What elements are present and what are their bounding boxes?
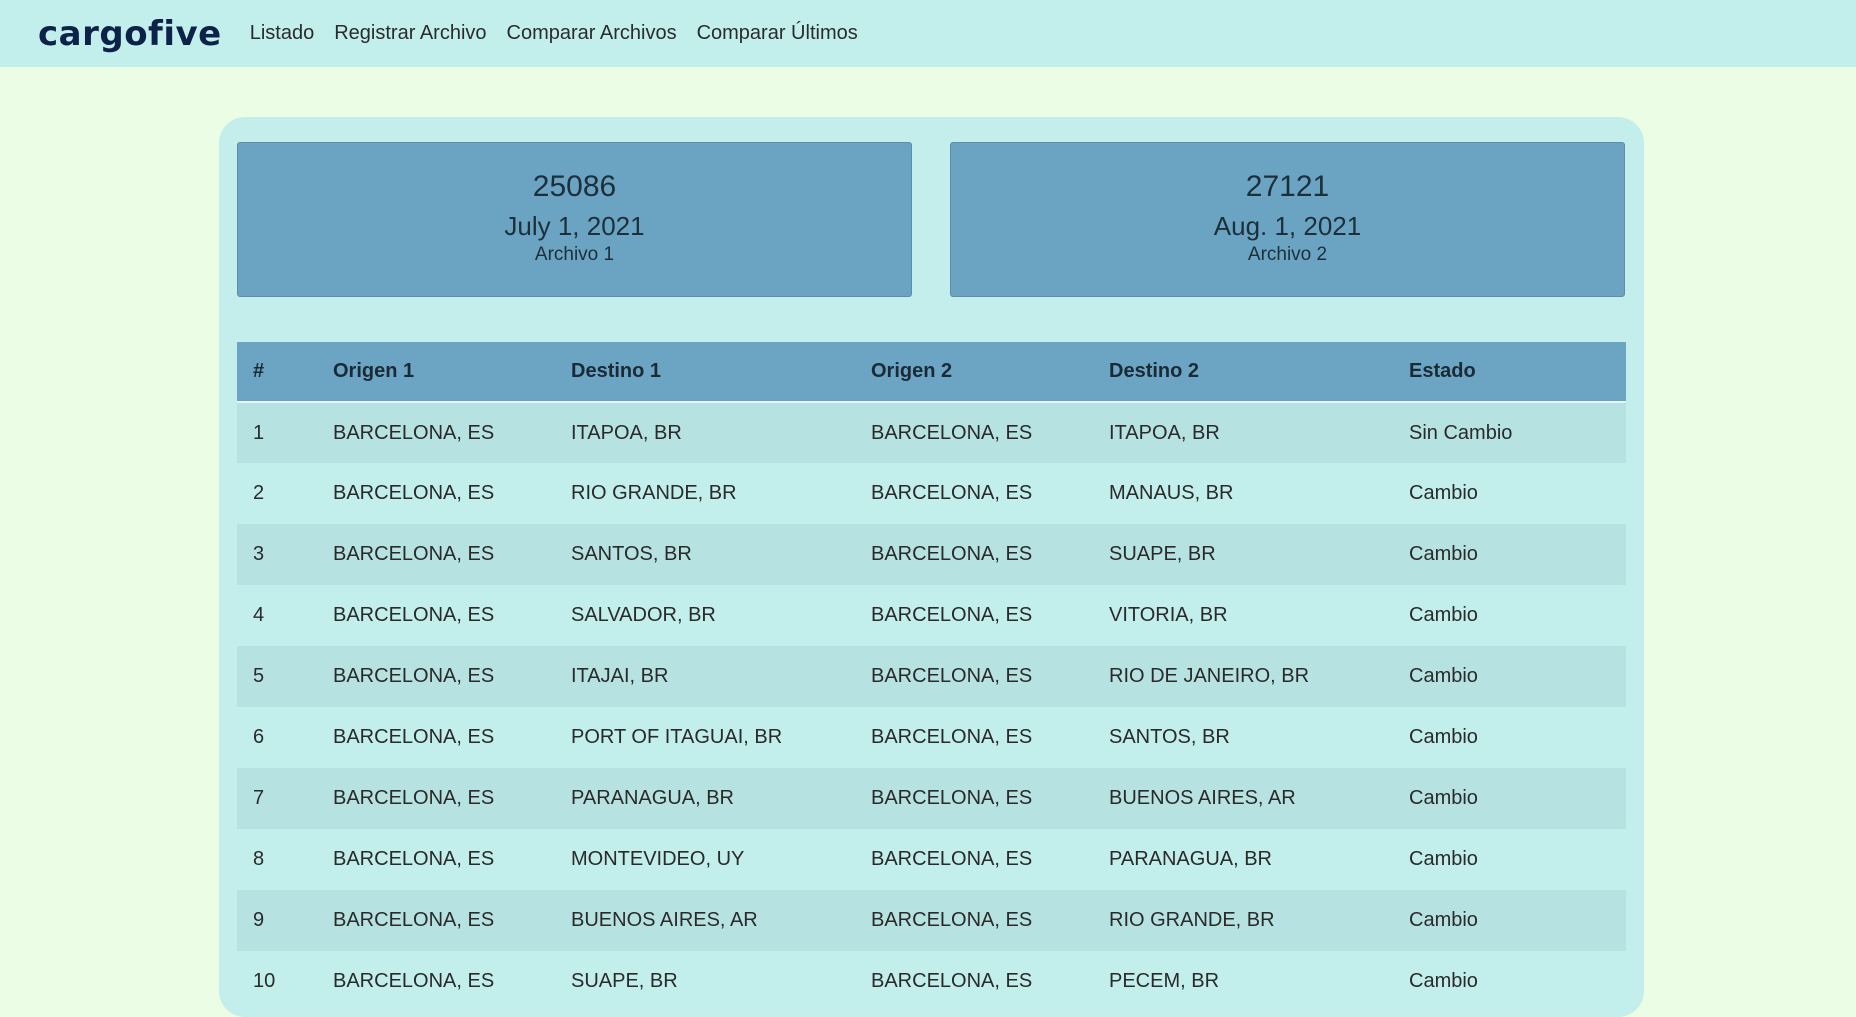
file-label: Archivo 1 [534, 244, 615, 265]
cell-destino-2: SUAPE, BR [1109, 543, 1216, 565]
cell-destino-2: BUENOS AIRES, AR [1109, 787, 1296, 809]
cell-row-index: 10 [253, 970, 276, 992]
table-row: 7 BARCELONA, ES PARANAGUA, BR BARCELONA, ES… [237, 768, 1626, 829]
cell-estado: Sin Cambio [1409, 421, 1513, 444]
cell-origen-1: BARCELONA, ES [333, 665, 495, 687]
cell-origen-1: BARCELONA, ES [333, 848, 495, 870]
cell-destino-2: VITORIA, BR [1109, 604, 1228, 626]
cell-estado: Cambio [1409, 787, 1478, 809]
cell-destino-1: SUAPE, BR [571, 970, 678, 992]
cell-origen-1: BARCELONA, ES [333, 909, 495, 931]
cell-origen-1: BARCELONA, ES [333, 787, 495, 809]
cell-destino-1: PORT OF ITAGUAI, BR [571, 726, 783, 748]
cell-destino-1: MONTEVIDEO, UY [571, 848, 745, 870]
cell-destino-1: ITAJAI, BR [571, 665, 669, 687]
cell-destino-2: PECEM, BR [1109, 970, 1220, 992]
table-row: 3 BARCELONA, ES SANTOS, BR BARCELONA, ES SUA… [237, 524, 1626, 585]
cell-row-index: 7 [253, 787, 265, 809]
header-origen-2: Origen 2 [871, 342, 1109, 403]
cell-estado: Cambio [1409, 604, 1478, 626]
cell-destino-1: SALVADOR, BR [571, 604, 716, 626]
cell-estado: Cambio [1409, 909, 1478, 931]
table-header-row: # Origen 1 Destino 1 Origen 2 Destino 2 … [237, 342, 1626, 403]
nav-link-comparar-ultimos[interactable]: Comparar Últimos [697, 22, 858, 45]
cell-row-index: 2 [253, 482, 265, 504]
cell-estado: Cambio [1409, 665, 1478, 687]
cell-origen-2: BARCELONA, ES [871, 726, 1033, 748]
cell-origen-2: BARCELONA, ES [871, 787, 1033, 809]
cell-row-index: 8 [253, 848, 265, 870]
comparison-panel: 25086 July 1, 2021 Archivo 1 27121 Aug. … [219, 117, 1644, 1017]
table-row: 2 BARCELONA, ES RIO GRANDE, BR BARCELONA, E… [237, 463, 1626, 524]
cell-destino-1: PARANAGUA, BR [571, 787, 734, 809]
nav-link-registrar-archivo[interactable]: Registrar Archivo [334, 22, 486, 45]
cell-estado: Cambio [1409, 970, 1478, 992]
cell-destino-1: RIO GRANDE, BR [571, 482, 737, 504]
table-body: 1 BARCELONA, ES ITAPOA, BR BARCELONA, ES ITA… [237, 402, 1626, 1012]
cell-origen-1: BARCELONA, ES [333, 970, 495, 992]
header-index: # [237, 342, 333, 403]
cell-estado: Cambio [1409, 543, 1478, 565]
cell-origen-2: BARCELONA, ES [871, 970, 1033, 992]
cell-row-index: 5 [253, 665, 265, 687]
file-date: Aug. 1, 2021 [1213, 211, 1362, 241]
nav-links: Listado Registrar Archivo Comparar Archi… [250, 22, 858, 45]
cell-destino-2: SANTOS, BR [1109, 726, 1230, 748]
nav-link-listado[interactable]: Listado [250, 22, 315, 45]
comparison-table: # Origen 1 Destino 1 Origen 2 Destino 2 … [237, 342, 1626, 1012]
cell-destino-1: BUENOS AIRES, AR [571, 909, 758, 931]
cell-destino-1: ITAPOA, BR [571, 421, 682, 444]
file-date: July 1, 2021 [504, 211, 645, 241]
table-row: 1 BARCELONA, ES ITAPOA, BR BARCELONA, ES ITA… [237, 402, 1626, 463]
cell-row-index: 9 [253, 909, 265, 931]
cell-estado: Cambio [1409, 848, 1478, 870]
header-origen-1: Origen 1 [333, 342, 571, 403]
cell-destino-2: MANAUS, BR [1109, 482, 1234, 504]
file-id: 25086 [532, 170, 617, 203]
cell-origen-2: BARCELONA, ES [871, 848, 1033, 870]
cell-row-index: 3 [253, 543, 265, 565]
table-row: 5 BARCELONA, ES ITAJAI, BR BARCELONA, ES RIO… [237, 646, 1626, 707]
brand-logo[interactable]: cargofive [38, 14, 222, 54]
cell-destino-2: ITAPOA, BR [1109, 421, 1220, 444]
cell-origen-2: BARCELONA, ES [871, 421, 1033, 444]
table-row: 4 BARCELONA, ES SALVADOR, BR BARCELONA, ES V… [237, 585, 1626, 646]
cell-origen-2: BARCELONA, ES [871, 604, 1033, 626]
cell-row-index: 6 [253, 726, 265, 748]
table-row: 8 BARCELONA, ES MONTEVIDEO, UY BARCELONA, E… [237, 829, 1626, 890]
table-row: 6 BARCELONA, ES PORT OF ITAGUAI, BR BARCELO… [237, 707, 1626, 768]
cell-origen-1: BARCELONA, ES [333, 543, 495, 565]
header-destino-1: Destino 1 [571, 342, 871, 403]
cell-destino-2: RIO GRANDE, BR [1109, 909, 1275, 931]
cell-origen-1: BARCELONA, ES [333, 604, 495, 626]
header-destino-2: Destino 2 [1109, 342, 1409, 403]
cell-destino-1: SANTOS, BR [571, 543, 692, 565]
file-card-2: 27121 Aug. 1, 2021 Archivo 2 [950, 142, 1625, 297]
table-row: 9 BARCELONA, ES BUENOS AIRES, AR BARCELONA,… [237, 890, 1626, 951]
cell-row-index: 4 [253, 604, 265, 626]
top-navbar: cargofive Listado Registrar Archivo Comp… [0, 0, 1856, 67]
nav-link-comparar-archivos[interactable]: Comparar Archivos [507, 22, 677, 45]
cell-origen-2: BARCELONA, ES [871, 543, 1033, 565]
cell-origen-1: BARCELONA, ES [333, 421, 495, 444]
cell-origen-2: BARCELONA, ES [871, 482, 1033, 504]
cell-estado: Cambio [1409, 482, 1478, 504]
file-id: 27121 [1245, 170, 1330, 203]
cell-destino-2: PARANAGUA, BR [1109, 848, 1272, 870]
file-card-1: 25086 July 1, 2021 Archivo 1 [237, 142, 912, 297]
cell-origen-1: BARCELONA, ES [333, 482, 495, 504]
cell-origen-2: BARCELONA, ES [871, 909, 1033, 931]
cell-destino-2: RIO DE JANEIRO, BR [1109, 665, 1310, 687]
cell-origen-1: BARCELONA, ES [333, 726, 495, 748]
cell-origen-2: BARCELONA, ES [871, 665, 1033, 687]
table-row: 10 BARCELONA, ES SUAPE, BR BARCELONA, ES PEC… [237, 951, 1626, 1012]
file-label: Archivo 2 [1247, 244, 1328, 265]
header-estado: Estado [1409, 342, 1626, 403]
cell-row-index: 1 [253, 421, 265, 444]
cell-estado: Cambio [1409, 726, 1478, 748]
